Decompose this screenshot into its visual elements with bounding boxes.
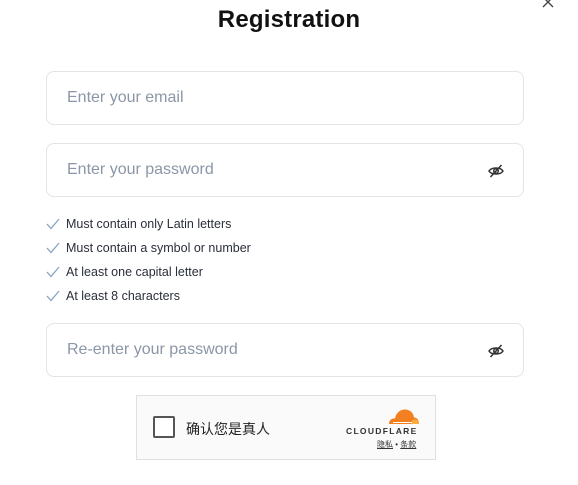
check-icon xyxy=(46,266,60,278)
captcha-label: 确认您是真人 xyxy=(186,422,270,438)
confirm-password-visibility-toggle[interactable] xyxy=(487,342,505,360)
password-rule: Must contain a symbol or number xyxy=(46,236,251,260)
password-rule-label: Must contain a symbol or number xyxy=(66,241,251,255)
password-rules: Must contain only Latin letters Must con… xyxy=(46,212,251,308)
email-field[interactable] xyxy=(67,72,477,124)
password-visibility-toggle[interactable] xyxy=(487,162,505,180)
check-icon xyxy=(46,242,60,254)
password-rule: At least one capital letter xyxy=(46,260,251,284)
password-rule-label: At least one capital letter xyxy=(66,265,203,279)
password-rule-label: Must contain only Latin letters xyxy=(66,217,232,231)
confirm-password-field[interactable] xyxy=(67,324,477,376)
captcha-checkbox[interactable] xyxy=(153,416,175,438)
page-title: Registration xyxy=(217,6,361,33)
eye-off-icon xyxy=(488,164,504,178)
password-rule: At least 8 characters xyxy=(46,284,251,308)
privacy-link[interactable]: 隐私 xyxy=(377,440,393,449)
check-icon xyxy=(46,290,60,302)
email-field-container xyxy=(46,71,524,125)
cloudflare-wordmark: CLOUDFLARE xyxy=(346,426,418,436)
link-separator: • xyxy=(395,440,399,449)
terms-link[interactable]: 条款 xyxy=(400,440,416,449)
check-icon xyxy=(46,218,60,230)
eye-off-icon xyxy=(488,344,504,358)
captcha-widget: 确认您是真人 CLOUDFLARE 隐私 • 条款 xyxy=(136,395,436,460)
password-field[interactable] xyxy=(67,144,477,196)
password-rule: Must contain only Latin letters xyxy=(46,212,251,236)
password-rule-label: At least 8 characters xyxy=(66,289,180,303)
captcha-links: 隐私 • 条款 xyxy=(377,439,416,450)
cloudflare-logo-icon xyxy=(389,409,419,424)
confirm-password-field-container xyxy=(46,323,524,377)
password-field-container xyxy=(46,143,524,197)
